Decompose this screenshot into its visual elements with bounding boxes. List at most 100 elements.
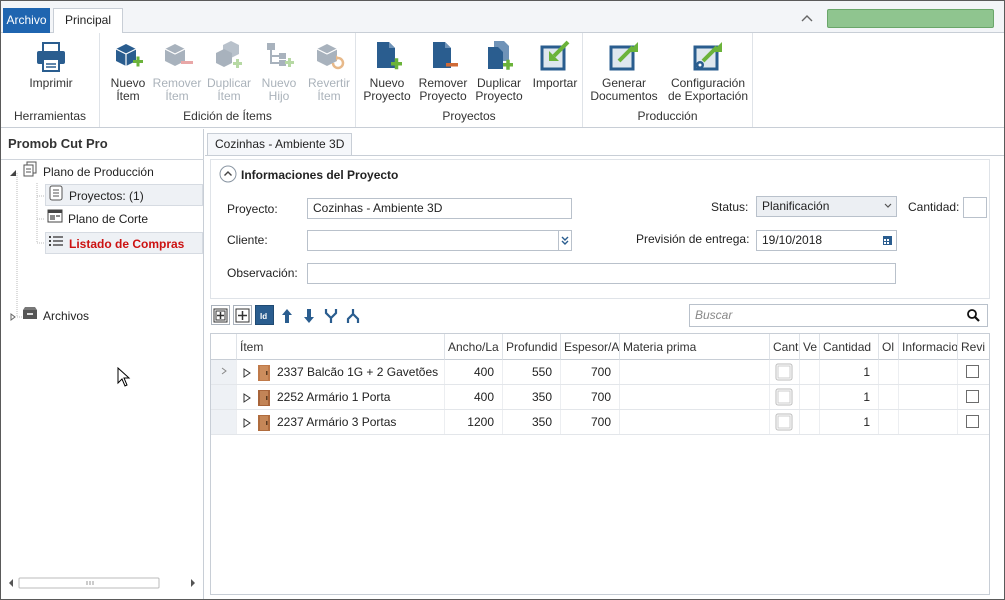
column-header-materia-prima[interactable]: Materia prima [620, 334, 770, 360]
table-row[interactable]: 2237 Armário 3 Portas 1200 350 700 1 [211, 410, 989, 435]
search-icon[interactable] [967, 309, 980, 325]
cell-item[interactable]: 2252 Armário 1 Porta [237, 385, 445, 409]
column-header-cantidad[interactable]: Cantidad [820, 334, 879, 360]
row-indicator[interactable] [211, 410, 237, 434]
add-row-button[interactable] [233, 305, 252, 325]
id-toggle-button[interactable]: Id [255, 305, 274, 325]
row-indicator[interactable] [211, 385, 237, 409]
column-header-ol[interactable]: Ol [879, 334, 899, 360]
revision-checkbox[interactable] [966, 365, 979, 378]
revision-checkbox[interactable] [966, 415, 979, 428]
row-indicator[interactable] [211, 360, 237, 384]
cell-ve[interactable] [800, 360, 820, 384]
nuevo-hijo-button[interactable]: Nuevo Hijo [256, 39, 302, 103]
move-up-button[interactable] [279, 307, 295, 328]
configuracion-exportacion-button[interactable]: Configuración de Exportación [667, 39, 749, 103]
cell-espesor[interactable]: 700 [561, 385, 620, 409]
prevision-date-field[interactable]: 19/10/2018 [756, 230, 897, 251]
cliente-field[interactable] [307, 230, 559, 251]
nuevo-item-button[interactable]: Nuevo Ítem [106, 39, 150, 103]
cell-espesor[interactable]: 700 [561, 360, 620, 384]
cell-materia-prima[interactable] [620, 385, 770, 409]
revertir-item-button[interactable]: Revertir Ítem [304, 39, 354, 103]
cell-ol[interactable] [879, 385, 899, 409]
importar-button[interactable]: Importar [530, 39, 580, 90]
cell-materia-prima[interactable] [620, 360, 770, 384]
column-header-cant[interactable]: Cant [770, 334, 800, 360]
tab-principal[interactable]: Principal [53, 8, 123, 34]
horizontal-scrollbar[interactable] [5, 576, 199, 590]
remover-item-button[interactable]: Remover Ítem [152, 39, 202, 103]
search-input[interactable]: Buscar [689, 304, 988, 327]
cell-item[interactable]: 2237 Armário 3 Portas [237, 410, 445, 434]
split-button[interactable] [345, 307, 361, 328]
tree-item-plano-corte[interactable]: Plano de Corte [47, 208, 148, 230]
nuevo-proyecto-button[interactable]: Nuevo Proyecto [362, 39, 412, 103]
cell-ol[interactable] [879, 410, 899, 434]
calendar-icon[interactable] [883, 236, 892, 245]
column-header-item[interactable]: Ítem [237, 334, 445, 360]
cell-revi[interactable] [958, 385, 989, 409]
cell-informacion[interactable] [899, 385, 958, 409]
cell-cantidad[interactable]: 1 [820, 410, 879, 434]
proyecto-field[interactable]: Cozinhas - Ambiente 3D [307, 198, 572, 219]
collapse-ribbon-icon[interactable] [801, 11, 813, 25]
tree-item-listado-compras[interactable]: Listado de Compras [45, 232, 203, 254]
tree-item-plano-produccion[interactable]: Plano de Producción [9, 161, 154, 183]
cell-revi[interactable] [958, 410, 989, 434]
cell-espesor[interactable]: 700 [561, 410, 620, 434]
status-select[interactable]: Planificación [756, 196, 897, 217]
column-header-ancho[interactable]: Ancho/La [445, 334, 503, 360]
cell-cantidad[interactable]: 1 [820, 385, 879, 409]
cell-informacion[interactable] [899, 410, 958, 434]
column-header-espesor[interactable]: Espesor/A [561, 334, 620, 360]
duplicar-proyecto-button[interactable]: Duplicar Proyecto [474, 39, 524, 103]
expand-row-icon[interactable] [243, 367, 251, 378]
tab-document[interactable]: Cozinhas - Ambiente 3D [207, 133, 353, 155]
table-row[interactable]: 2337 Balcão 1G + 2 Gavetões 400 550 700 1 [211, 360, 989, 385]
cell-profundidad[interactable]: 550 [503, 360, 561, 384]
cell-ancho[interactable]: 400 [445, 385, 503, 409]
table-row[interactable]: 2252 Armário 1 Porta 400 350 700 1 [211, 385, 989, 410]
column-header-revi[interactable]: Revi [958, 334, 989, 360]
tree-item-proyectos[interactable]: Proyectos: (1) [45, 184, 203, 206]
move-down-button[interactable] [301, 307, 317, 328]
cell-profundidad[interactable]: 350 [503, 410, 561, 434]
column-header-profundidad[interactable]: Profundid [503, 334, 561, 360]
tree-item-archivos[interactable]: Archivos [9, 305, 89, 327]
duplicar-item-button[interactable]: Duplicar Ítem [204, 39, 254, 103]
observacion-field[interactable] [307, 263, 896, 284]
revision-checkbox[interactable] [966, 390, 979, 403]
expand-row-icon[interactable] [243, 417, 251, 428]
column-header-informacion[interactable]: Informacio [899, 334, 958, 360]
expand-triangle-icon[interactable] [9, 306, 17, 328]
cell-ancho[interactable]: 400 [445, 360, 503, 384]
imprimir-button[interactable]: Imprimir [23, 39, 79, 90]
cantidad-field[interactable] [963, 197, 987, 218]
tab-underline [205, 155, 1004, 156]
cell-profundidad[interactable]: 350 [503, 385, 561, 409]
tab-archivo[interactable]: Archivo [3, 8, 50, 33]
cell-item[interactable]: 2337 Balcão 1G + 2 Gavetões [237, 360, 445, 384]
cell-cantidad[interactable]: 1 [820, 360, 879, 384]
generar-documentos-button[interactable]: Generar Documentos [589, 39, 659, 103]
collapse-panel-icon[interactable] [219, 165, 237, 186]
cell-cant[interactable] [770, 360, 800, 384]
status-indicator [827, 9, 994, 28]
merge-button[interactable] [323, 307, 339, 328]
cell-ancho[interactable]: 1200 [445, 410, 503, 434]
cell-cant[interactable] [770, 410, 800, 434]
add-child-button[interactable] [211, 305, 230, 325]
remover-proyecto-button[interactable]: Remover Proyecto [418, 39, 468, 103]
cell-ol[interactable] [879, 360, 899, 384]
cell-revi[interactable] [958, 360, 989, 384]
cell-ve[interactable] [800, 410, 820, 434]
cell-informacion[interactable] [899, 360, 958, 384]
cell-cant[interactable] [770, 385, 800, 409]
expand-row-icon[interactable] [243, 392, 251, 403]
collapse-triangle-icon[interactable] [9, 162, 17, 184]
cell-materia-prima[interactable] [620, 410, 770, 434]
cliente-dropdown-button[interactable] [558, 230, 572, 251]
cell-ve[interactable] [800, 385, 820, 409]
column-header-ve[interactable]: Ve [800, 334, 820, 360]
